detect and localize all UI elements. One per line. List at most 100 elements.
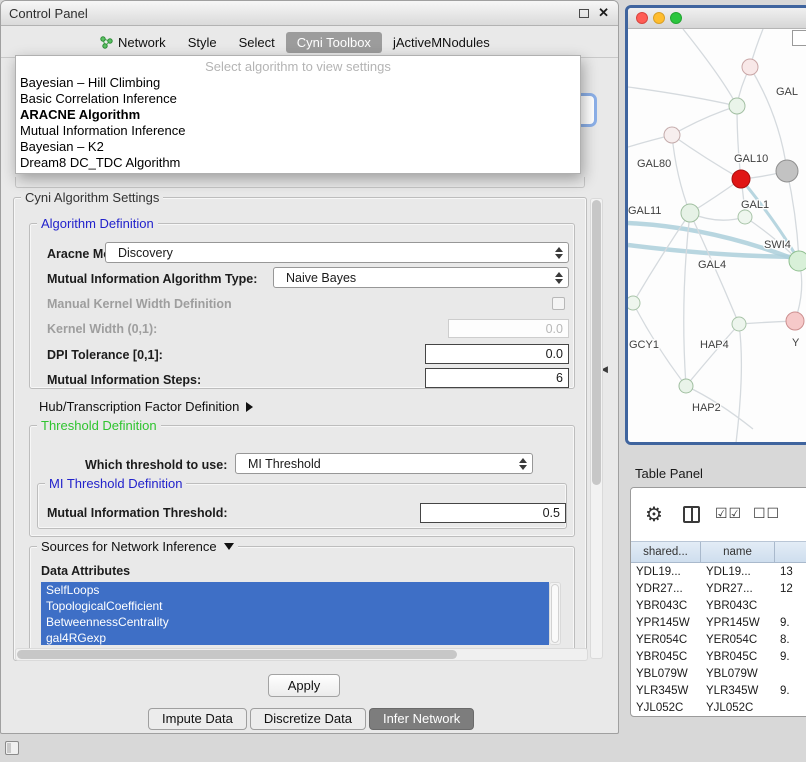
columns-icon[interactable]: [683, 506, 700, 523]
table-row[interactable]: YBR045C YBR045C 9.: [631, 649, 806, 666]
scrollbar-thumb[interactable]: [551, 584, 559, 643]
network-edge: [737, 106, 741, 179]
network-edge: [672, 135, 741, 179]
network-node[interactable]: [729, 98, 745, 114]
network-node[interactable]: [732, 317, 746, 331]
tab-jactivemnodules[interactable]: jActiveMNodules: [382, 32, 501, 53]
attributes-list-scrollbar[interactable]: [549, 582, 561, 645]
table-row[interactable]: YBL079W YBL079W: [631, 666, 806, 683]
algorithm-option-selected[interactable]: ARACNE Algorithm: [16, 107, 580, 123]
kernel-width-field[interactable]: 0.0: [448, 319, 569, 338]
scrollbar-thumb[interactable]: [17, 650, 457, 659]
cell: YDL19...: [701, 564, 775, 581]
table-row[interactable]: YJL052C YJL052C: [631, 700, 806, 717]
column-header-partial[interactable]: [775, 542, 806, 562]
cell: [775, 700, 806, 717]
mi-algorithm-type-combobox[interactable]: Naive Bayes: [273, 267, 569, 288]
minimize-traffic-light-icon[interactable]: [653, 12, 665, 24]
close-icon[interactable]: ✕: [598, 5, 609, 21]
table-row[interactable]: YPR145W YPR145W 9.: [631, 615, 806, 632]
list-item-selected[interactable]: SelfLoops: [41, 582, 549, 598]
groupbox-fragment: [15, 177, 585, 188]
tab-style[interactable]: Style: [177, 32, 228, 53]
cell: [775, 598, 806, 615]
table-row[interactable]: YER054C YER054C 8.: [631, 632, 806, 649]
network-canvas[interactable]: GAL GAL80 GAL10 GAL11 GAL1 SWI4 GAL4 GCY…: [628, 29, 806, 442]
network-node[interactable]: [664, 127, 680, 143]
sources-section[interactable]: Sources for Network Inference: [37, 539, 238, 554]
algorithm-option[interactable]: Bayesian – K2: [16, 139, 580, 155]
combobox-stepper-icon[interactable]: [519, 458, 527, 470]
table-row[interactable]: YBR043C YBR043C: [631, 598, 806, 615]
algorithm-option[interactable]: Basic Correlation Inference: [16, 91, 580, 107]
network-node-red[interactable]: [732, 170, 750, 188]
node-label: HAP2: [692, 402, 721, 414]
group-title: Threshold Definition: [37, 418, 161, 433]
tab-discretize-data[interactable]: Discretize Data: [250, 708, 366, 730]
list-item-selected[interactable]: BetweennessCentrality: [41, 614, 549, 630]
cell: YLR345W: [631, 683, 701, 700]
section-label: Sources for Network Inference: [41, 539, 217, 554]
tab-select[interactable]: Select: [228, 32, 286, 53]
algorithm-option[interactable]: Mutual Information Inference: [16, 123, 580, 139]
network-node[interactable]: [628, 296, 640, 310]
tab-impute-data[interactable]: Impute Data: [148, 708, 247, 730]
collapse-down-icon[interactable]: [224, 543, 234, 550]
manual-kernel-width-checkbox[interactable]: [552, 297, 565, 310]
tab-label: Cyni Toolbox: [297, 35, 371, 50]
mi-steps-field[interactable]: 6: [425, 368, 569, 388]
window-title: Control Panel: [9, 6, 88, 21]
list-item-selected[interactable]: TopologicalCoefficient: [41, 598, 549, 614]
list-item-selected[interactable]: gal4RGexp: [41, 630, 549, 645]
close-traffic-light-icon[interactable]: [636, 12, 648, 24]
network-node[interactable]: [742, 59, 758, 75]
data-attributes-list: SelfLoops TopologicalCoefficient Between…: [41, 582, 549, 645]
dpi-tolerance-field[interactable]: 0.0: [425, 344, 569, 364]
gear-icon[interactable]: ⚙: [645, 502, 663, 527]
scrollbar-thumb[interactable]: [592, 200, 601, 485]
combobox-stepper-icon[interactable]: [555, 247, 563, 259]
network-window-titlebar[interactable]: [628, 8, 806, 29]
network-node[interactable]: [679, 379, 693, 393]
network-node[interactable]: [738, 210, 752, 224]
control-panel-titlebar[interactable]: Control Panel ✕: [1, 1, 618, 26]
network-edge: [684, 213, 690, 386]
network-node-pink[interactable]: [786, 312, 804, 330]
combobox-stepper-icon[interactable]: [555, 272, 563, 284]
table-row[interactable]: YDR27... YDR27... 12: [631, 581, 806, 598]
mi-algorithm-type-label: Mutual Information Algorithm Type:: [47, 272, 257, 286]
aracne-mode-combobox[interactable]: Discovery: [105, 242, 569, 263]
algorithm-option[interactable]: Bayesian – Hill Climbing: [16, 75, 580, 91]
hub-tf-definition-section[interactable]: Hub/Transcription Factor Definition: [39, 399, 253, 414]
zoom-traffic-light-icon[interactable]: [670, 12, 682, 24]
mi-threshold-field[interactable]: 0.5: [420, 503, 566, 523]
tab-infer-network[interactable]: Infer Network: [369, 708, 474, 730]
apply-button[interactable]: Apply: [268, 674, 340, 697]
table-row[interactable]: YDL19... YDL19... 13: [631, 564, 806, 581]
cell: 13: [775, 564, 806, 581]
select-all-checkboxes-icon[interactable]: ☑☑: [715, 505, 742, 522]
panel-dock-icon[interactable]: [5, 741, 19, 755]
algorithm-dropdown-popup: Select algorithm to view settings Bayesi…: [15, 55, 581, 174]
column-header-name[interactable]: name: [701, 542, 775, 562]
tab-network[interactable]: Network: [89, 32, 177, 53]
cell: YDR27...: [701, 581, 775, 598]
network-node-green[interactable]: [789, 251, 806, 271]
clear-all-checkboxes-icon[interactable]: ☐☐: [753, 505, 780, 522]
node-label: GAL80: [637, 158, 671, 170]
cell: YBL079W: [631, 666, 701, 683]
expand-right-icon[interactable]: [246, 402, 253, 412]
column-header-shared-name[interactable]: shared...: [631, 542, 701, 562]
tab-cyni-toolbox[interactable]: Cyni Toolbox: [286, 32, 382, 53]
table-row[interactable]: YLR345W YLR345W 9.: [631, 683, 806, 700]
algorithm-option[interactable]: Dream8 DC_TDC Algorithm: [16, 155, 580, 171]
which-threshold-combobox[interactable]: MI Threshold: [235, 453, 533, 474]
section-label: Hub/Transcription Factor Definition: [39, 399, 239, 414]
settings-vertical-scrollbar[interactable]: [590, 198, 603, 659]
network-node[interactable]: [681, 204, 699, 222]
network-edge: [628, 87, 737, 106]
node-label: GAL10: [734, 153, 768, 165]
network-node-gray[interactable]: [776, 160, 798, 182]
float-window-icon[interactable]: [579, 9, 589, 18]
settings-horizontal-scrollbar[interactable]: [15, 648, 588, 661]
